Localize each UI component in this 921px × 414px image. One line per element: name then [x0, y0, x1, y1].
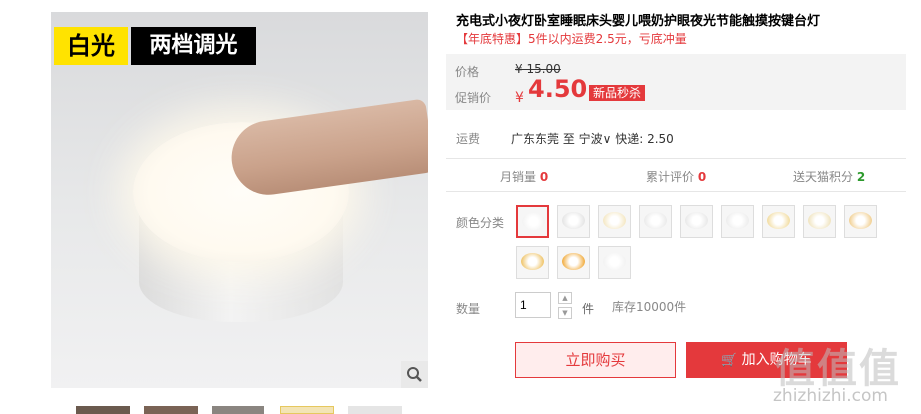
quantity-down-icon[interactable]: ▼ — [558, 307, 572, 319]
swatch-thumbnail — [685, 212, 708, 229]
swatch-thumbnail — [849, 212, 872, 229]
review-count[interactable]: 累计评价 0 — [646, 168, 706, 185]
color-label: 颜色分类 — [456, 216, 505, 230]
color-swatch[interactable] — [557, 205, 590, 238]
white-light-tag: 白光 — [54, 27, 128, 65]
finger-image — [226, 98, 428, 200]
sales-stats: 月销量 0 累计评价 0 送天猫积分 2 — [446, 158, 906, 192]
swatch-thumbnail — [644, 212, 667, 229]
points-label: 送天猫积分 — [793, 170, 854, 184]
thumbnail[interactable] — [280, 406, 334, 414]
color-swatch[interactable] — [598, 246, 631, 279]
current-price: 4.50 — [528, 75, 588, 103]
product-main-image[interactable]: 白光 两档调光 — [51, 12, 428, 388]
color-swatch[interactable] — [516, 205, 549, 238]
thumbnail[interactable] — [144, 406, 198, 414]
color-swatch[interactable] — [598, 205, 631, 238]
reviews-value: 0 — [697, 170, 707, 184]
magnifier-icon[interactable] — [401, 361, 428, 388]
color-swatch[interactable] — [844, 205, 877, 238]
quantity-input[interactable] — [515, 292, 551, 318]
monthly-sales-value: 0 — [539, 170, 549, 184]
dimming-tag: 两档调光 — [131, 27, 256, 65]
price-label: 价格 — [455, 65, 480, 79]
color-swatch[interactable] — [762, 205, 795, 238]
product-title: 充电式小夜灯卧室睡眠床头婴儿喂奶护眼夜光节能触摸按键台灯 — [456, 14, 821, 29]
thumbnail[interactable] — [76, 406, 130, 414]
color-swatch[interactable] — [557, 246, 590, 279]
swatch-thumbnail — [603, 253, 626, 270]
watermark-url: zhizhizhi.com — [773, 386, 888, 406]
swatch-thumbnail — [521, 253, 544, 270]
promo-text: 【年底特惠】5件以内运费2.5元，亏底冲量 — [456, 32, 687, 46]
stock-count: 库存10000件 — [612, 300, 687, 314]
cart-icon: 🛒 — [721, 353, 738, 368]
points-value: 2 — [856, 170, 866, 184]
thumbnail[interactable] — [348, 406, 402, 414]
buy-now-button[interactable]: 立即购买 — [515, 342, 676, 378]
tmall-points: 送天猫积分 2 — [793, 168, 865, 185]
promo-price-label: 促销价 — [455, 91, 492, 105]
quantity-unit: 件 — [582, 302, 595, 316]
swatch-thumbnail — [726, 212, 749, 229]
color-swatch[interactable] — [721, 205, 754, 238]
thumbnail-strip — [76, 406, 406, 414]
quantity-label: 数量 — [456, 302, 481, 316]
reviews-label: 累计评价 — [646, 170, 695, 184]
color-swatch[interactable] — [639, 205, 672, 238]
swatch-thumbnail — [808, 212, 831, 229]
swatch-thumbnail — [522, 213, 545, 230]
color-swatch[interactable] — [803, 205, 836, 238]
color-swatch[interactable] — [680, 205, 713, 238]
swatch-thumbnail — [562, 212, 585, 229]
quantity-up-icon[interactable]: ▲ — [558, 292, 572, 304]
thumbnail[interactable] — [212, 406, 264, 414]
monthly-sales-label: 月销量 — [500, 170, 537, 184]
shipping-info[interactable]: 广东东莞 至 宁波∨ 快递: 2.50 — [511, 130, 674, 147]
monthly-sales: 月销量 0 — [500, 168, 548, 185]
currency-symbol: ¥ — [515, 90, 524, 106]
swatch-thumbnail — [603, 212, 626, 229]
flash-sale-badge: 新品秒杀 — [589, 85, 646, 101]
swatch-thumbnail — [767, 212, 790, 229]
shipping-label: 运费 — [456, 132, 481, 146]
original-price: ¥ 15.00 — [515, 62, 561, 76]
swatch-thumbnail — [562, 253, 585, 270]
color-swatch[interactable] — [516, 246, 549, 279]
